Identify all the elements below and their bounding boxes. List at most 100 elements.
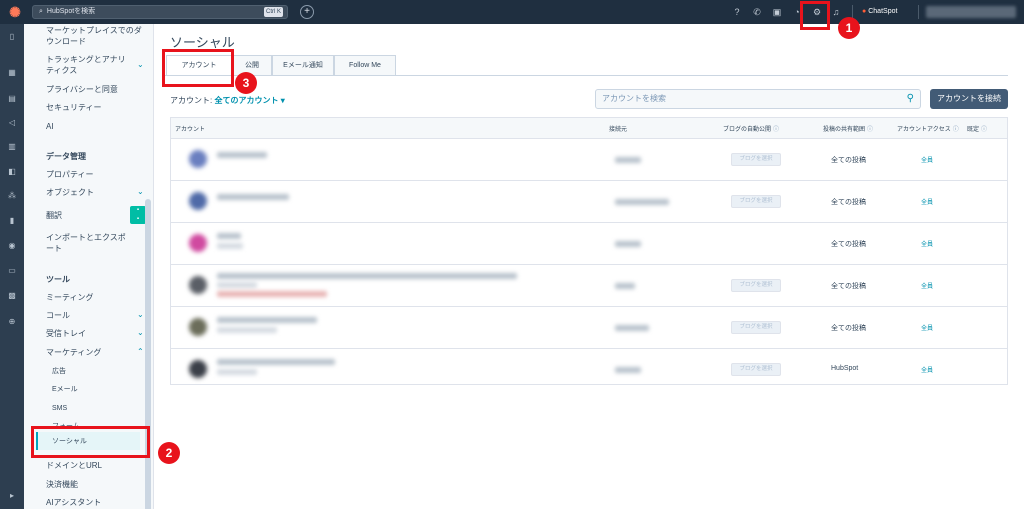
sidebar-item-payments[interactable]: 決済機能: [46, 479, 144, 490]
select-blog-button[interactable]: ブログを選択: [731, 195, 781, 208]
sidebar-item-marketplace-downloads[interactable]: マーケットプレイスでのダウンロード: [46, 25, 144, 47]
expand-rail-icon[interactable]: ▸: [7, 491, 17, 501]
table-row[interactable]: 全ての投稿 全員: [171, 223, 1007, 265]
sidebar-item-domains-urls[interactable]: ドメインとURL: [46, 460, 144, 471]
table-row[interactable]: ブログを選択 全ての投稿 全員: [171, 139, 1007, 181]
marketing-icon[interactable]: ◁: [7, 118, 17, 128]
top-navigation-bar: ✺ ⌕ HubSpotを検索 Ctrl K + ? ✆ ▣ ◔ ⚙ ♫ ● Chat…: [0, 0, 1024, 24]
search-icon: ⌕: [39, 8, 43, 15]
sidebar-item-inbox[interactable]: 受信トレイ: [46, 328, 144, 339]
sidebar-item-sms[interactable]: SMS: [52, 403, 150, 414]
bell-icon[interactable]: ♫: [830, 6, 842, 18]
create-new-button[interactable]: +: [300, 5, 314, 19]
reports-icon[interactable]: ▮: [7, 216, 17, 226]
account-filter-dropdown[interactable]: 全てのアカウント: [214, 96, 278, 105]
info-icon[interactable]: ⓘ: [953, 127, 959, 133]
sidebar-section-data-management: データ管理: [46, 152, 86, 161]
chatspot-button[interactable]: ● ChatSpot: [862, 6, 897, 18]
account-access-link[interactable]: 全員: [921, 323, 933, 332]
chevron-up-icon[interactable]: ⌃: [137, 347, 144, 356]
column-header-account[interactable]: アカウント: [175, 124, 205, 133]
chevron-down-icon[interactable]: ⌄: [137, 328, 144, 337]
connect-account-button[interactable]: アカウントを接続: [930, 89, 1008, 109]
info-icon[interactable]: ⓘ: [773, 127, 779, 133]
sidebar-item-ads[interactable]: 広告: [52, 366, 150, 377]
sidebar-item-ai-assistant[interactable]: AIアシスタント: [46, 497, 144, 508]
sidebar-scrollbar[interactable]: [145, 199, 151, 509]
sidebar-item-import-export[interactable]: インポートとエクスポート: [46, 232, 132, 254]
step-badge-3: 3: [235, 72, 257, 94]
column-header-blog-autopublish-label: ブログの自動公開: [723, 127, 772, 133]
table-row[interactable]: ブログを選択 全ての投稿 全員: [171, 307, 1007, 349]
column-header-default[interactable]: 既定 ⓘ: [967, 124, 987, 133]
sidebar-item-tracking-analytics[interactable]: トラッキングとアナリティクス: [46, 54, 130, 76]
sidebar-item-objects[interactable]: オブジェクト: [46, 187, 144, 198]
select-blog-button[interactable]: ブログを選択: [731, 279, 781, 292]
tab-email-notifications[interactable]: Eメール通知: [272, 55, 334, 76]
accounts-table: アカウント 接続元 ブログの自動公開 ⓘ 投稿の共有範囲 ⓘ アカウントアクセス ⓘ …: [170, 117, 1008, 385]
table-row[interactable]: ブログを選択 全ての投稿 全員: [171, 181, 1007, 223]
avatar: [189, 276, 207, 294]
avatar: [189, 318, 207, 336]
column-header-account-access[interactable]: アカウントアクセス ⓘ: [897, 124, 959, 133]
column-header-connected-by[interactable]: 接続元: [609, 124, 627, 133]
info-icon[interactable]: ⓘ: [867, 127, 873, 133]
select-blog-button[interactable]: ブログを選択: [731, 363, 781, 376]
column-header-post-scope[interactable]: 投稿の共有範囲 ⓘ: [823, 124, 873, 133]
table-row[interactable]: ブログを選択 HubSpot 全員: [171, 349, 1007, 391]
account-access-link[interactable]: 全員: [921, 365, 933, 374]
avatar: [189, 234, 207, 252]
account-access-link[interactable]: 全員: [921, 239, 933, 248]
account-access-link[interactable]: 全員: [921, 281, 933, 290]
content-icon[interactable]: ▥: [7, 142, 17, 152]
account-access-link[interactable]: 全員: [921, 155, 933, 164]
connected-by: [615, 367, 641, 373]
account-name: [217, 233, 241, 239]
sidebar-item-ai[interactable]: AI: [46, 121, 144, 132]
column-header-blog-autopublish[interactable]: ブログの自動公開 ⓘ: [723, 124, 779, 133]
account-handle: [217, 243, 243, 249]
post-scope: 全ての投稿: [831, 199, 866, 206]
select-blog-button[interactable]: ブログを選択: [731, 321, 781, 334]
sidebar-item-meetings[interactable]: ミーティング: [46, 292, 144, 303]
connected-by: [615, 199, 669, 205]
account-search-input[interactable]: アカウントを検索 ⚲: [595, 89, 921, 109]
caret-down-icon[interactable]: ▾: [278, 96, 285, 105]
chevron-down-icon[interactable]: ⌄: [137, 187, 144, 196]
add-tool-icon[interactable]: ⊕: [7, 317, 17, 327]
data-icon[interactable]: ◉: [7, 241, 17, 251]
dashboard-icon[interactable]: ▦: [7, 68, 17, 78]
account-handle: [217, 327, 277, 333]
sidebar-item-security[interactable]: セキュリティー: [46, 102, 144, 113]
connected-by: [615, 283, 635, 289]
account-access-link[interactable]: 全員: [921, 197, 933, 206]
chevron-down-icon[interactable]: ⌄: [137, 310, 144, 319]
chatspot-label: ChatSpot: [868, 8, 898, 15]
help-icon[interactable]: ?: [731, 6, 743, 18]
sidebar-item-properties[interactable]: プロパティー: [46, 169, 144, 180]
sidebar-item-marketing[interactable]: マーケティング: [46, 347, 144, 358]
highlight-accounts-tab-box: [162, 49, 234, 87]
info-icon[interactable]: ⓘ: [981, 127, 987, 133]
chevron-down-icon[interactable]: ⌄: [137, 60, 144, 69]
tab-follow-me[interactable]: Follow Me: [334, 55, 396, 76]
account-menu[interactable]: [926, 6, 1016, 18]
search-icon[interactable]: ⚲: [907, 90, 914, 108]
column-header-account-access-label: アカウントアクセス: [897, 127, 951, 133]
sidebar-item-privacy-consent[interactable]: プライバシーと同意: [46, 84, 144, 95]
marketplace-icon[interactable]: ▣: [771, 6, 783, 18]
library-icon[interactable]: ▭: [7, 266, 17, 276]
bookmark-icon[interactable]: ▯: [7, 32, 17, 42]
select-blog-button[interactable]: ブログを選択: [731, 153, 781, 166]
calendar-icon[interactable]: ▩: [7, 291, 17, 301]
hubspot-logo-icon[interactable]: ✺: [7, 4, 23, 20]
sidebar-item-calls[interactable]: コール: [46, 310, 144, 321]
phone-icon[interactable]: ✆: [751, 6, 763, 18]
commerce-icon[interactable]: ◧: [7, 167, 17, 177]
avatar: [189, 150, 207, 168]
global-search-input[interactable]: ⌕ HubSpotを検索 Ctrl K: [32, 5, 288, 19]
sidebar-item-email[interactable]: Eメール: [52, 384, 150, 395]
automation-icon[interactable]: ⁂: [7, 191, 17, 201]
contacts-icon[interactable]: ▤: [7, 94, 17, 104]
table-row[interactable]: ブログを選択 全ての投稿 全員: [171, 265, 1007, 307]
